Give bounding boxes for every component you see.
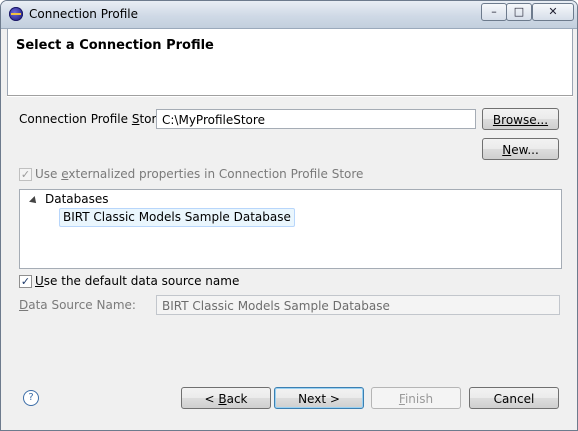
- header-separator: [7, 95, 573, 97]
- help-icon[interactable]: ?: [23, 390, 39, 406]
- new-button[interactable]: New...: [482, 138, 559, 160]
- tree-item-selected[interactable]: BIRT Classic Models Sample Database: [59, 208, 295, 227]
- next-button[interactable]: Next >: [274, 387, 364, 409]
- default-name-label: Use the default data source name: [35, 274, 240, 288]
- maximize-button[interactable]: □: [506, 3, 532, 21]
- tree-expand-icon[interactable]: [29, 196, 39, 206]
- tree-category[interactable]: Databases: [45, 192, 109, 206]
- close-button[interactable]: ✕: [532, 3, 574, 21]
- dialog-window: Connection Profile – □ ✕ Select a Connec…: [0, 0, 578, 431]
- data-source-label: Data Source Name:: [19, 298, 136, 312]
- eclipse-icon: [9, 7, 23, 21]
- header-banner: Select a Connection Profile: [7, 29, 573, 95]
- default-name-checkbox[interactable]: ✓: [19, 275, 32, 288]
- page-title: Select a Connection Profile: [16, 38, 214, 53]
- externalized-label: Use externalized properties in Connectio…: [35, 167, 364, 181]
- minimize-button[interactable]: –: [481, 3, 507, 21]
- back-button[interactable]: < Back: [181, 387, 271, 409]
- cancel-button[interactable]: Cancel: [469, 387, 559, 409]
- window-title: Connection Profile: [29, 7, 139, 21]
- finish-button[interactable]: Finish: [371, 387, 461, 409]
- externalized-checkbox[interactable]: ✓: [19, 168, 32, 181]
- browse-button[interactable]: Browse...: [482, 108, 559, 130]
- profile-store-field[interactable]: C:\MyProfileStore: [156, 109, 476, 129]
- profile-store-label: Connection Profile Store:: [19, 112, 168, 126]
- profile-tree[interactable]: Databases BIRT Classic Models Sample Dat…: [19, 189, 562, 269]
- title-bar[interactable]: Connection Profile – □ ✕: [1, 1, 577, 29]
- data-source-field[interactable]: BIRT Classic Models Sample Database: [156, 295, 560, 315]
